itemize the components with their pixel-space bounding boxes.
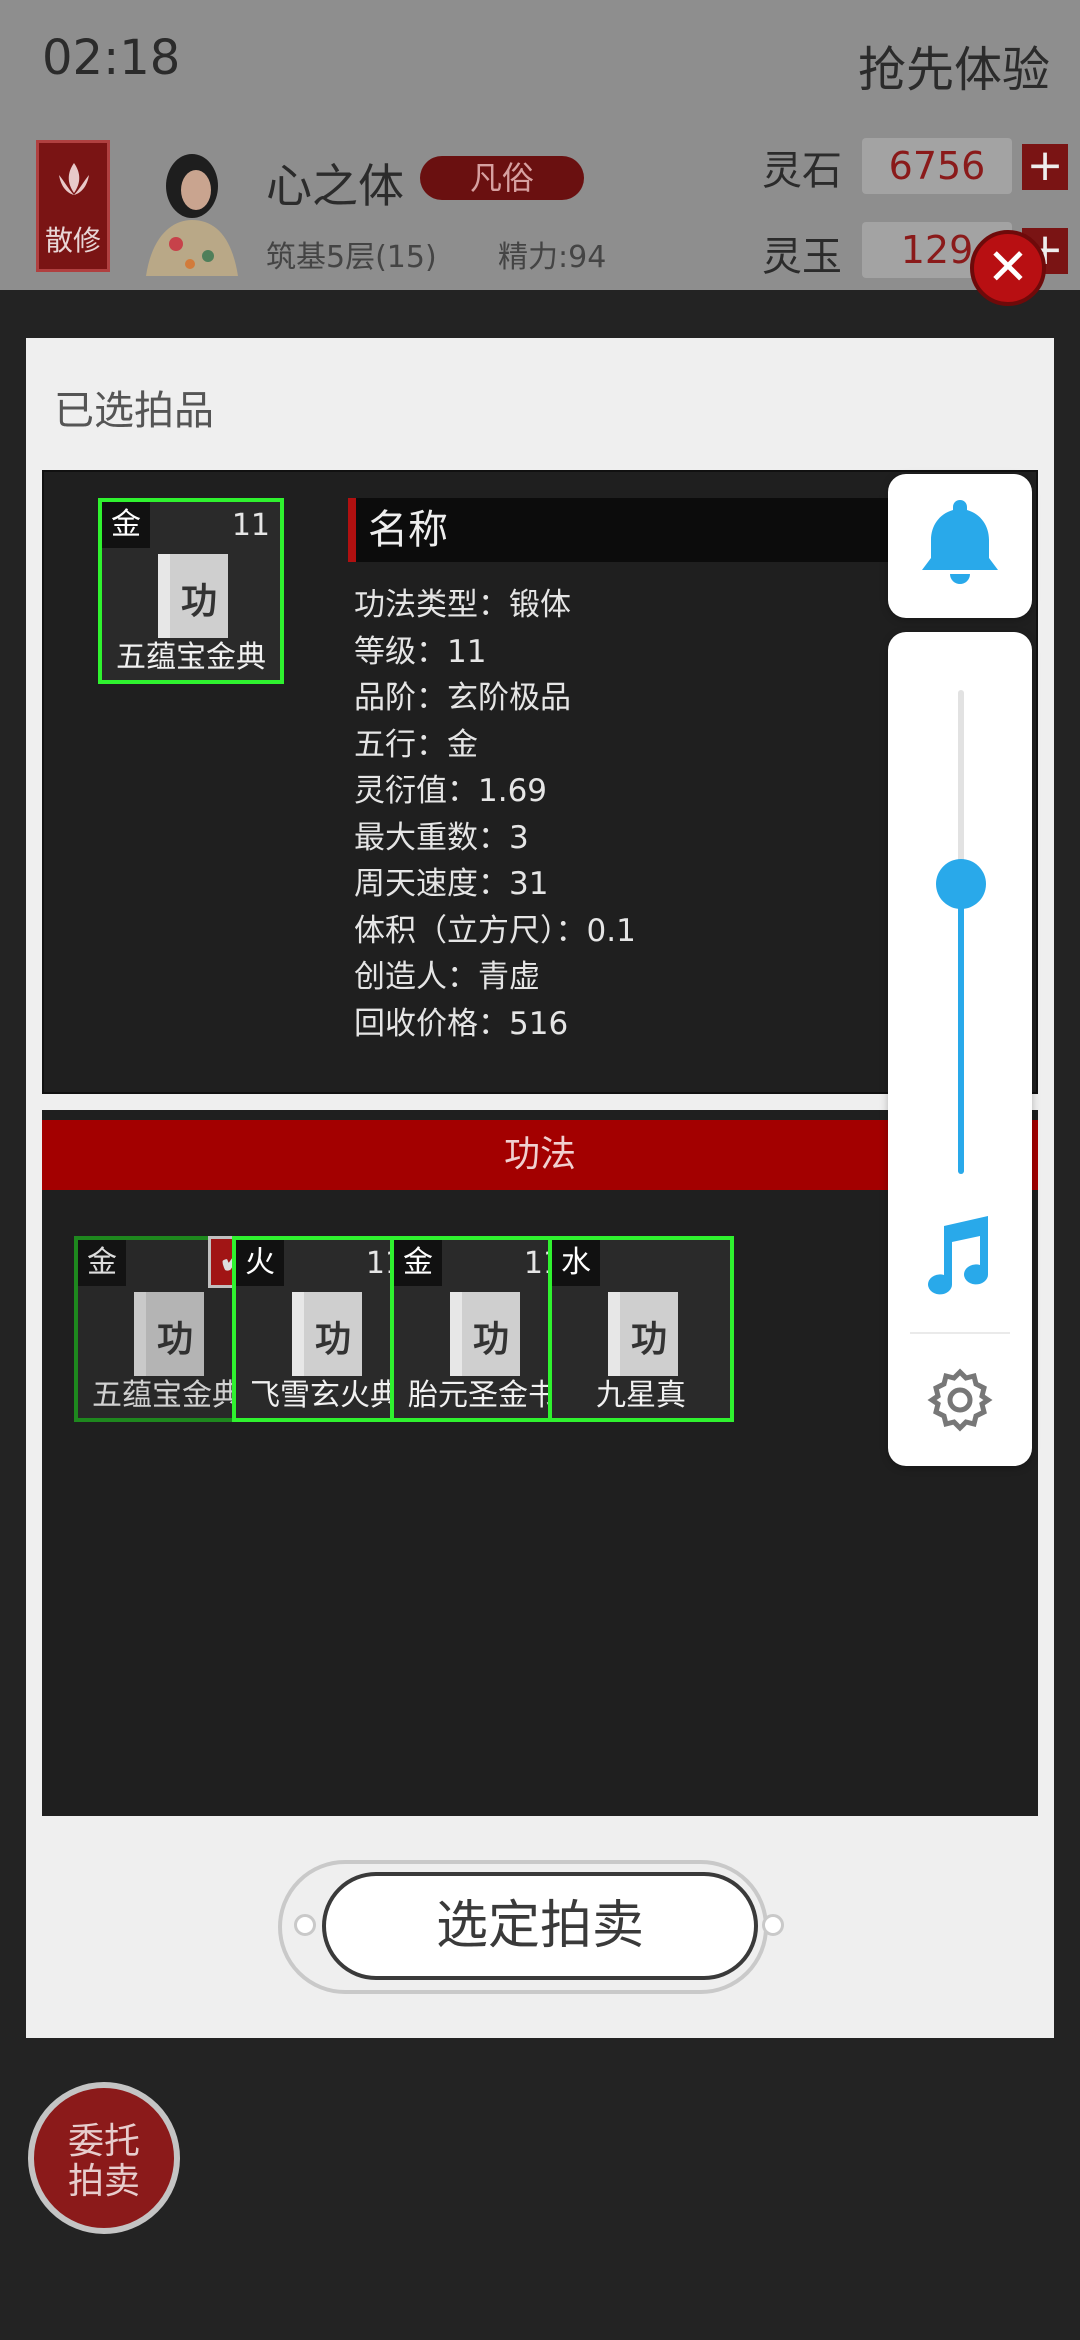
element-tag: 水 [552,1240,600,1286]
item-level: 11 [231,508,270,543]
item-name: 五蕴宝金典 [116,640,266,675]
volume-fill [958,884,964,1174]
lingyu-label: 灵玉 [762,234,842,280]
attr-creator: 创造人：青虚 [354,959,540,995]
attr-volume: 体积（立方尺）：0.1 [354,912,636,949]
name-header: 名称 [348,498,908,562]
attr-grade: 品阶：玄阶极品 [354,680,571,716]
close-dialog-button[interactable]: ✕ [970,230,1046,306]
attr-lingyan: 灵衍值：1.69 [354,773,548,809]
book-glyph: 功 [180,581,217,622]
volume-panel [888,632,1032,1466]
panel-divider [910,1332,1010,1334]
early-access-link[interactable]: 抢先体验 [858,30,1050,100]
player-avatar[interactable] [126,140,252,276]
notification-card[interactable] [888,474,1032,618]
book-glyph: 功 [472,1319,509,1360]
item-name: 九星真 [596,1378,686,1413]
attr-type: 功法类型：锻体 [354,587,571,623]
sect-label: 散修 [44,224,101,257]
element-tag: 金 [102,502,150,548]
element-tag: 火 [236,1240,284,1286]
attr-level: 等级：11 [354,633,487,670]
item-name: 五蕴宝金典 [92,1378,242,1413]
top-header: 02:18 抢先体验 散修 心之体 凡俗 筑基5层(15) 精力:94 灵石 6… [0,0,1080,290]
confirm-auction-button[interactable]: 选定拍卖 [322,1872,758,1980]
element-tag: 金 [394,1240,442,1286]
item-name: 飞雪玄火典 [250,1378,400,1413]
sect-badge[interactable]: 散修 [36,140,110,272]
book-glyph: 功 [156,1319,193,1360]
consign-auction-button[interactable]: 委托 拍卖 [28,2082,180,2234]
lingshi-label: 灵石 [762,148,842,194]
volume-slider[interactable] [936,690,986,1174]
add-lingshi-button[interactable]: + [1022,144,1068,190]
lotus-icon [59,163,89,195]
book-glyph: 功 [314,1319,351,1360]
book-icon: 功 [292,1292,362,1376]
attribute-list: 功法类型：锻体 等级：11 品阶：玄阶极品 五行：金 灵衍值：1.69 最大重数… [354,582,636,1047]
item-name: 胎元圣金书 [408,1378,558,1413]
book-icon: 功 [134,1292,204,1376]
bell-icon [922,500,998,584]
book-glyph: 功 [630,1319,667,1360]
lingshi-value: 6756 [862,138,1012,194]
player-name: 心之体 [266,159,404,213]
consign-line1: 委托 [67,2121,140,2162]
item-card[interactable]: 水 功 九星真 [548,1236,734,1422]
frame-dot-right [762,1914,784,1936]
attr-element: 五行：金 [354,726,478,763]
attr-max-layers: 最大重数：3 [354,819,529,856]
book-icon: 功 [450,1292,520,1376]
book-icon: 功 [158,554,228,638]
selected-item-card[interactable]: 金 11 功 五蕴宝金典 [98,498,284,684]
cultivation-realm: 筑基5层(15) [266,240,437,275]
consign-line2: 拍卖 [67,2161,140,2202]
attr-recycle-price: 回收价格：516 [354,1005,569,1042]
energy-value: 精力:94 [498,240,607,275]
music-note-icon[interactable] [888,1202,1032,1312]
element-tag: 金 [78,1240,126,1286]
dialog-title: 已选拍品 [54,388,214,434]
attr-speed: 周天速度：31 [354,866,549,902]
gear-icon[interactable] [888,1348,1032,1458]
book-icon: 功 [608,1292,678,1376]
volume-thumb[interactable] [936,859,986,909]
frame-dot-left [294,1914,316,1936]
clock: 02:18 [42,30,181,86]
rank-badge: 凡俗 [420,156,584,200]
